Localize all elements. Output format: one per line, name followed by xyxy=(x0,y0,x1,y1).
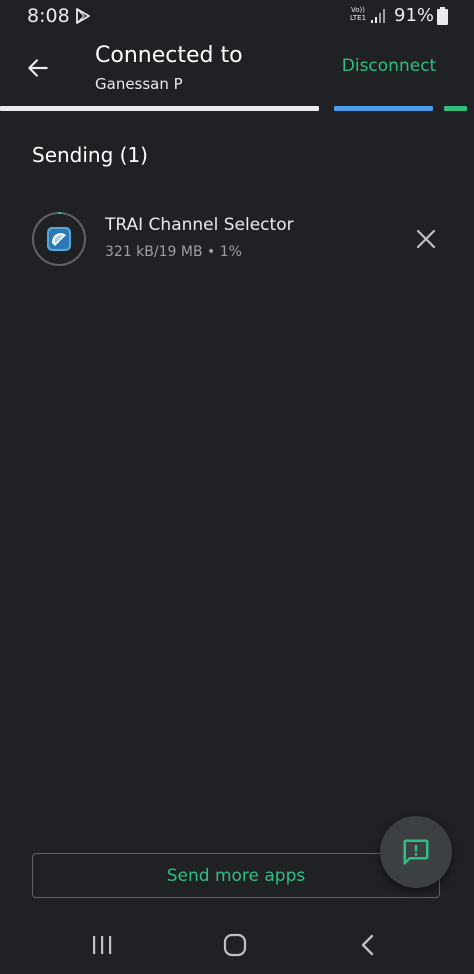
nav-recents-button[interactable] xyxy=(82,928,122,962)
send-more-apps-button[interactable]: Send more apps xyxy=(32,853,440,898)
status-bar: 8:08 Vo)) LTE1 91% xyxy=(0,0,474,34)
nav-home-button[interactable] xyxy=(215,928,255,962)
feedback-button[interactable] xyxy=(380,816,452,888)
chevron-left-icon xyxy=(361,934,374,956)
back-button[interactable] xyxy=(18,50,58,86)
transfer-item-name: TRAI Channel Selector xyxy=(105,215,294,235)
close-icon xyxy=(416,229,436,249)
progress-segment-1 xyxy=(0,106,319,111)
nav-back-button[interactable] xyxy=(348,928,388,962)
page-title: Connected to xyxy=(95,43,243,68)
signal-icon xyxy=(371,9,385,23)
status-time: 8:08 xyxy=(27,5,70,27)
transfer-item-status: 321 kB/19 MB • 1% xyxy=(105,244,242,260)
recents-icon xyxy=(93,936,112,954)
progress-segment-2 xyxy=(334,106,433,111)
arrow-left-icon xyxy=(28,59,48,77)
feedback-icon xyxy=(403,839,429,865)
disconnect-button[interactable]: Disconnect xyxy=(330,56,448,82)
app-icon xyxy=(32,212,86,266)
home-icon xyxy=(223,933,247,957)
cancel-transfer-button[interactable] xyxy=(408,221,444,257)
play-store-icon xyxy=(76,8,90,24)
volte-line1: Vo)) xyxy=(351,6,365,14)
battery-icon xyxy=(437,7,448,25)
volte-indicator: Vo)) LTE1 xyxy=(347,6,369,24)
section-title: Sending (1) xyxy=(32,143,148,167)
screen: 8:08 Vo)) LTE1 91% Connected to Ganessan… xyxy=(0,0,474,974)
volte-line2: LTE1 xyxy=(349,14,367,22)
progress-segment-3 xyxy=(444,106,467,111)
battery-percent: 91% xyxy=(394,5,435,26)
device-name: Ganessan P xyxy=(95,75,183,93)
